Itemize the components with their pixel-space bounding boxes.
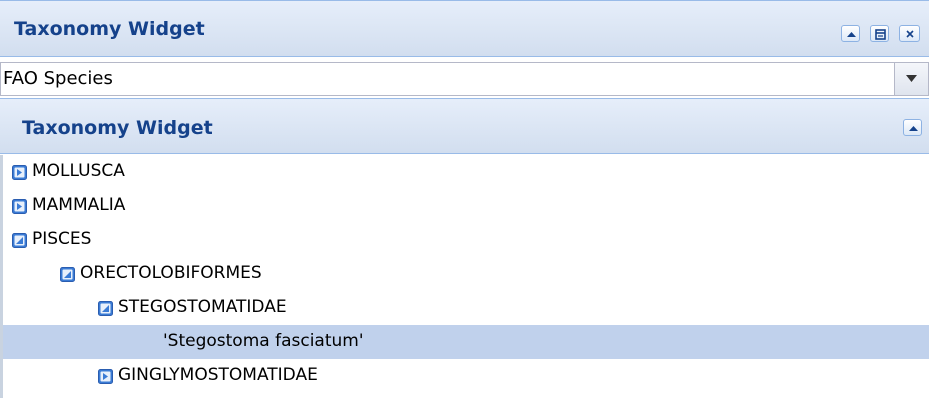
tree-node-stegostoma-fasciatum[interactable]: 'Stegostoma fasciatum' xyxy=(3,325,929,359)
source-select[interactable]: FAO Species xyxy=(0,62,929,96)
tree-node-label: PISCES xyxy=(32,229,92,249)
tree-node-label: GINGLYMOSTOMATIDAE xyxy=(118,365,318,385)
tree-node-label: MOLLUSCA xyxy=(32,161,125,181)
collapse-icon[interactable] xyxy=(98,301,113,316)
chevron-down-icon xyxy=(906,75,917,82)
collapse-icon[interactable] xyxy=(60,267,75,282)
tree-node-label: STEGOSTOMATIDAE xyxy=(118,297,287,317)
tree-node-mollusca[interactable]: MOLLUSCA xyxy=(3,155,929,189)
widget-header: Taxonomy Widget xyxy=(0,0,929,57)
tree-node-orectolobiformes[interactable]: ORECTOLOBIFORMES xyxy=(3,257,929,291)
collapse-up-icon[interactable] xyxy=(841,25,860,42)
collapse-icon[interactable] xyxy=(12,233,27,248)
expand-icon[interactable] xyxy=(98,369,113,384)
tree-node-label: MAMMALIA xyxy=(32,195,126,215)
source-select-value: FAO Species xyxy=(3,68,113,89)
dropdown-trigger[interactable] xyxy=(894,63,928,95)
expand-icon[interactable] xyxy=(12,165,27,180)
inner-panel-header: Taxonomy Widget xyxy=(0,98,929,154)
tree-node-stegostomatidae[interactable]: STEGOSTOMATIDAE xyxy=(3,291,929,325)
taxonomy-tree: MOLLUSCA MAMMALIA PISCES ORECTOLOBIFORME… xyxy=(0,155,929,398)
widget-title: Taxonomy Widget xyxy=(14,18,205,40)
tree-node-label: ORECTOLOBIFORMES xyxy=(80,263,262,283)
restore-window-icon[interactable] xyxy=(870,25,889,42)
collapse-up-icon[interactable] xyxy=(903,119,922,136)
tree-node-label: 'Stegostoma fasciatum' xyxy=(163,331,364,351)
tree-node-pisces[interactable]: PISCES xyxy=(3,223,929,257)
expand-icon[interactable] xyxy=(12,199,27,214)
tree-node-ginglymostomatidae[interactable]: GINGLYMOSTOMATIDAE xyxy=(3,359,929,393)
close-icon[interactable] xyxy=(899,25,920,42)
tree-node-mammalia[interactable]: MAMMALIA xyxy=(3,189,929,223)
inner-panel-title: Taxonomy Widget xyxy=(22,117,213,139)
